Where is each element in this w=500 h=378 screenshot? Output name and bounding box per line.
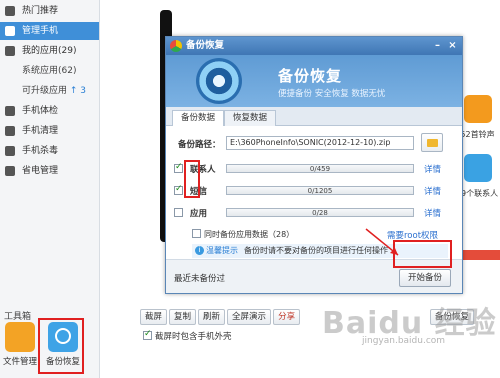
apps-progress: 0/28 xyxy=(226,208,414,217)
sms-checkbox[interactable] xyxy=(174,184,183,195)
contacts-icon[interactable] xyxy=(463,154,492,182)
dialog-header: 备份恢复 便捷备份 安全恢复 数据无忧 xyxy=(166,55,462,107)
contacts-detail-link[interactable]: 详情 xyxy=(424,163,441,175)
dialog-tabs: 备份数据 恢复数据 xyxy=(166,107,462,127)
checkbox[interactable] xyxy=(192,229,201,238)
path-label: 备份路径： xyxy=(178,140,221,150)
sms-detail-link[interactable]: 详情 xyxy=(424,185,441,197)
sidebar-item-label: 我的应用(29) xyxy=(22,46,77,56)
sidebar-item-label: 系统应用(62) xyxy=(22,66,77,76)
header-subtitle: 便捷备份 安全恢复 数据无忧 xyxy=(278,89,386,99)
screenshot-shell-option[interactable]: 截屏时包含手机外壳 xyxy=(143,329,232,342)
bottom-toolbar: 截屏 复制 刷新 全屏演示 分享 xyxy=(140,309,302,325)
info-icon: i xyxy=(195,246,204,255)
option-label: 同时备份应用数据（28） xyxy=(204,230,295,239)
phone-icon xyxy=(5,26,15,36)
pointer-arrow xyxy=(365,228,399,256)
apps-icon xyxy=(5,46,15,56)
sidebar-item-my-apps[interactable]: 我的应用(29) xyxy=(0,42,99,60)
sidebar-item-manage-phone[interactable]: 管理手机 xyxy=(0,22,99,40)
broom-icon xyxy=(5,126,15,136)
tab-restore-data[interactable]: 恢复数据 xyxy=(224,110,277,126)
apps-checkbox[interactable] xyxy=(174,208,183,217)
highlight-box-checkboxes xyxy=(184,160,200,198)
start-backup-button[interactable]: 开始备份 xyxy=(399,269,451,287)
apps-detail-link[interactable]: 详情 xyxy=(424,207,441,219)
tab-backup-data[interactable]: 备份数据 xyxy=(172,110,225,127)
ringtone-icon[interactable] xyxy=(463,95,492,123)
browse-folder-button[interactable] xyxy=(421,133,443,152)
header-title: 备份恢复 xyxy=(278,67,343,85)
checkup-icon xyxy=(5,106,15,116)
folder-icon xyxy=(427,139,438,147)
sidebar-item-label: 省电管理 xyxy=(22,166,59,176)
baidu-watermark-url: jingyan.baidu.com xyxy=(362,336,446,346)
screenshot-button[interactable]: 截屏 xyxy=(140,309,168,325)
sidebar-item-upgradable[interactable]: 可升级应用 ↑ 3 xyxy=(0,82,99,100)
star-icon xyxy=(5,6,15,16)
sidebar-item-label: 手机杀毒 xyxy=(22,146,59,156)
option-label: 截屏时包含手机外壳 xyxy=(155,332,232,342)
sidebar-item-hot[interactable]: 热门推荐 xyxy=(0,2,99,20)
last-backup-status: 最近未备份过 xyxy=(174,274,226,284)
sidebar-item-label: 热门推荐 xyxy=(22,6,59,16)
highlight-box-backup-tool xyxy=(38,318,84,374)
sidebar-item-cleanup[interactable]: 手机清理 xyxy=(0,122,99,140)
sidebar-item-label: 手机清理 xyxy=(22,126,59,136)
minimize-icon[interactable]: – xyxy=(431,40,444,52)
toolbox-title: 工具箱 xyxy=(4,312,32,322)
battery-icon xyxy=(5,166,15,176)
dialog-title: 备份恢复 xyxy=(186,40,225,51)
dialog-titlebar: 备份恢复 – × xyxy=(166,37,462,55)
contacts-progress: 0/459 xyxy=(226,164,414,173)
copy-button[interactable]: 复制 xyxy=(169,309,197,325)
checkbox[interactable] xyxy=(143,329,152,340)
360-logo-icon xyxy=(170,40,182,52)
sidebar-item-label: 管理手机 xyxy=(22,26,59,36)
sidebar-item-system-apps[interactable]: 系统应用(62) xyxy=(0,62,99,80)
sidebar-item-checkup[interactable]: 手机体检 xyxy=(0,102,99,120)
share-button[interactable]: 分享 xyxy=(273,309,301,325)
backup-emblem-icon xyxy=(196,58,242,104)
sms-progress: 0/1205 xyxy=(226,186,414,195)
file-manager-tool[interactable]: 文件管理 xyxy=(0,322,40,372)
folder-icon xyxy=(5,322,35,352)
sync-app-data-option[interactable]: 同时备份应用数据（28） xyxy=(192,229,294,240)
apps-label: 应用 xyxy=(190,209,208,219)
upgrade-count-badge: ↑ 3 xyxy=(69,86,87,96)
sidebar-item-label: 可升级应用 xyxy=(22,86,68,96)
tool-label: 文件管理 xyxy=(2,357,37,367)
contacts-checkbox[interactable] xyxy=(174,162,183,173)
sidebar-item-power[interactable]: 省电管理 xyxy=(0,162,99,180)
sidebar-item-antivirus[interactable]: 手机杀毒 xyxy=(0,142,99,160)
refresh-button[interactable]: 刷新 xyxy=(198,309,226,325)
close-icon[interactable]: × xyxy=(446,40,459,52)
fullscreen-demo-button[interactable]: 全屏演示 xyxy=(227,309,272,325)
backup-path-input[interactable]: E:\360PhoneInfo\SONIC(2012-12-10).zip xyxy=(226,136,414,150)
shield-icon xyxy=(5,146,15,156)
sidebar-item-label: 手机体检 xyxy=(22,106,59,116)
tip-title: 温馨提示 xyxy=(206,246,238,255)
